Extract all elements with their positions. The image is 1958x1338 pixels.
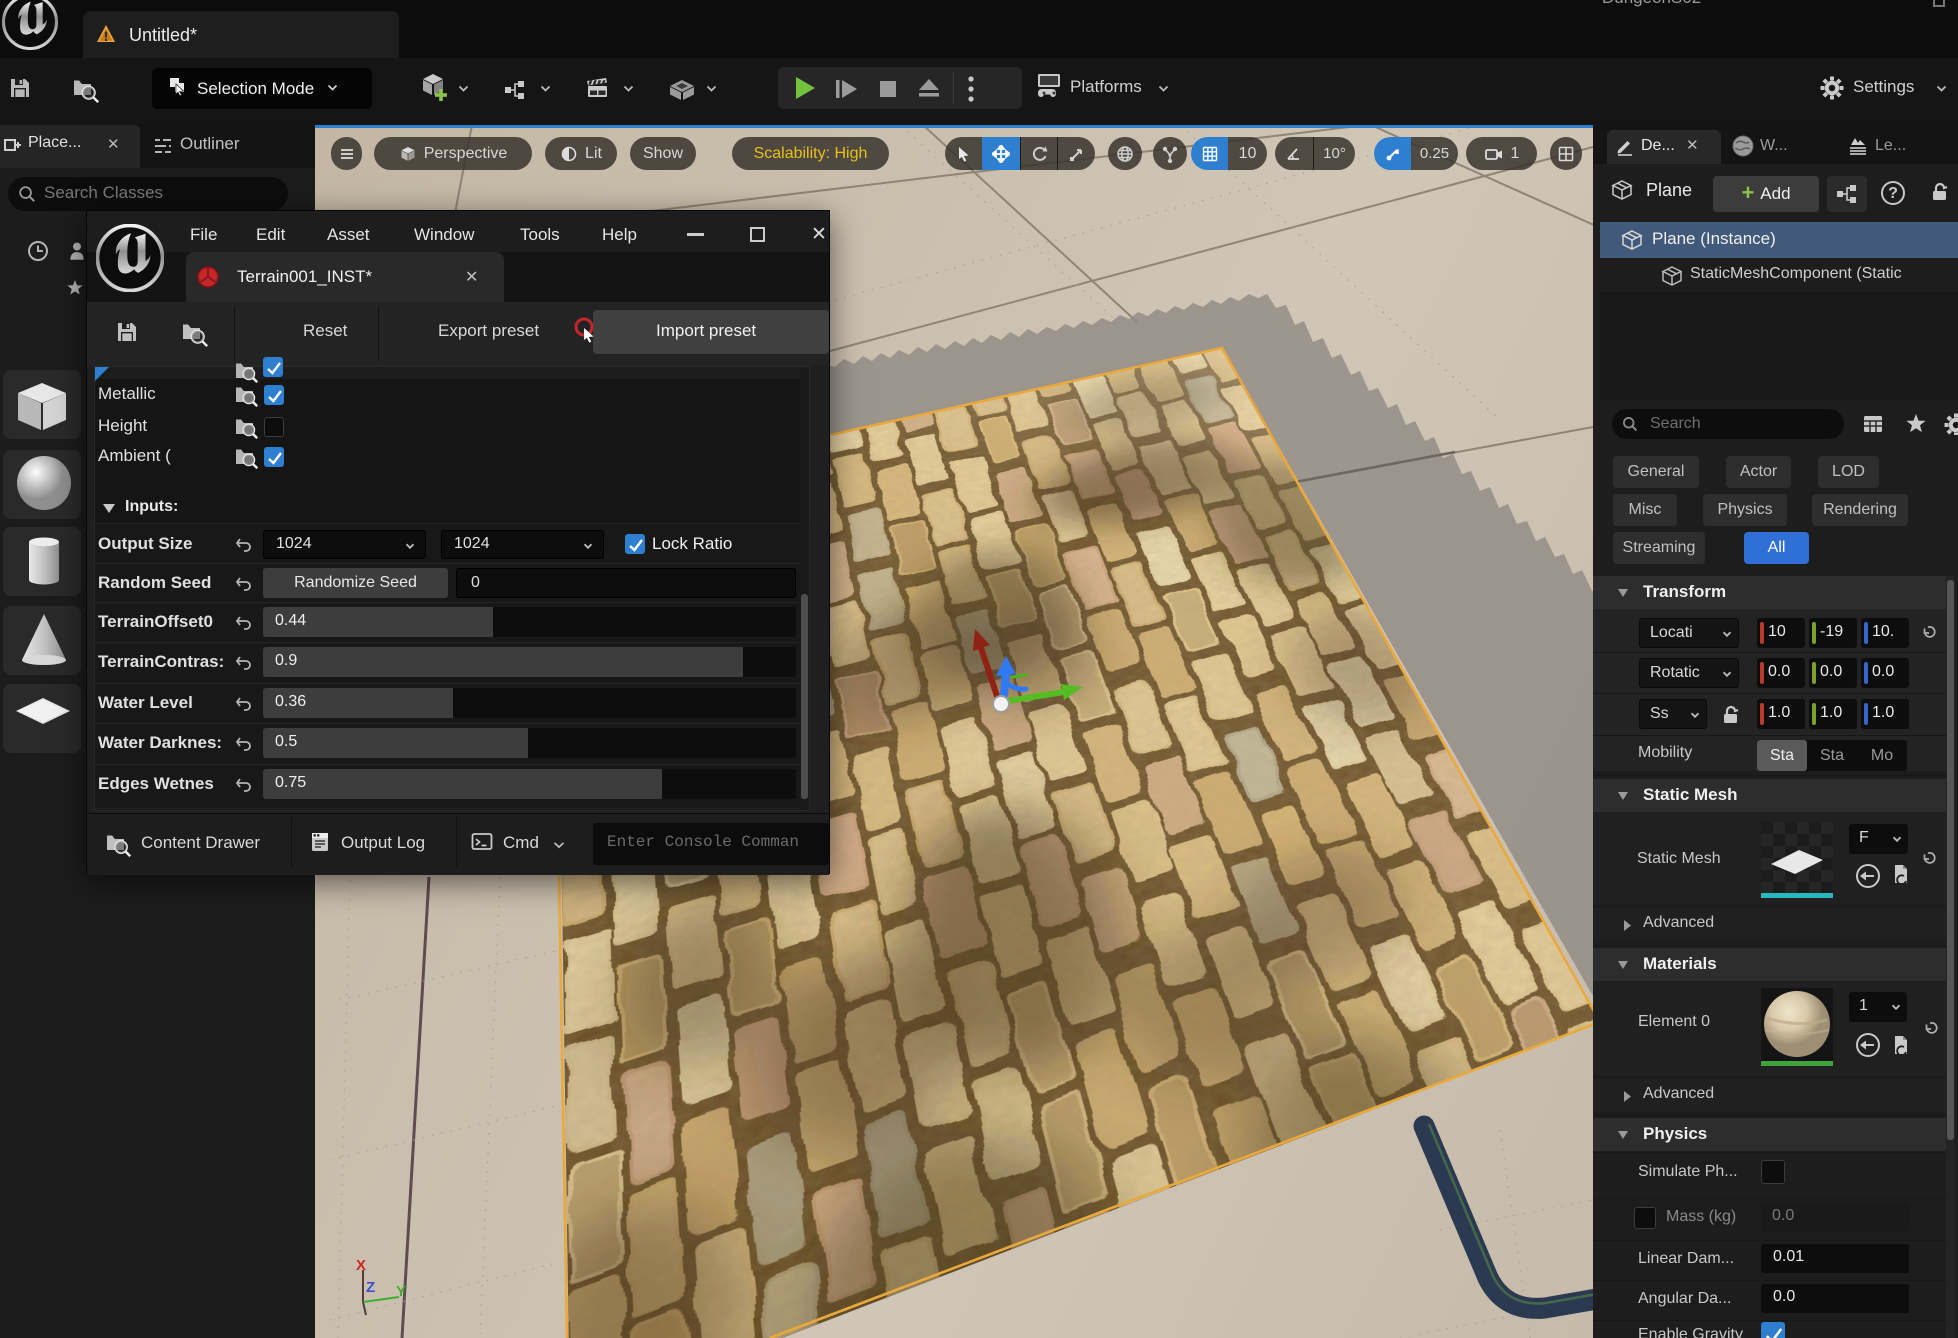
svg-text:Y: Y — [396, 1283, 406, 1300]
svg-text:X: X — [356, 1257, 366, 1274]
svg-text:?: ? — [1888, 184, 1898, 202]
svg-text:Z: Z — [366, 1279, 375, 1296]
